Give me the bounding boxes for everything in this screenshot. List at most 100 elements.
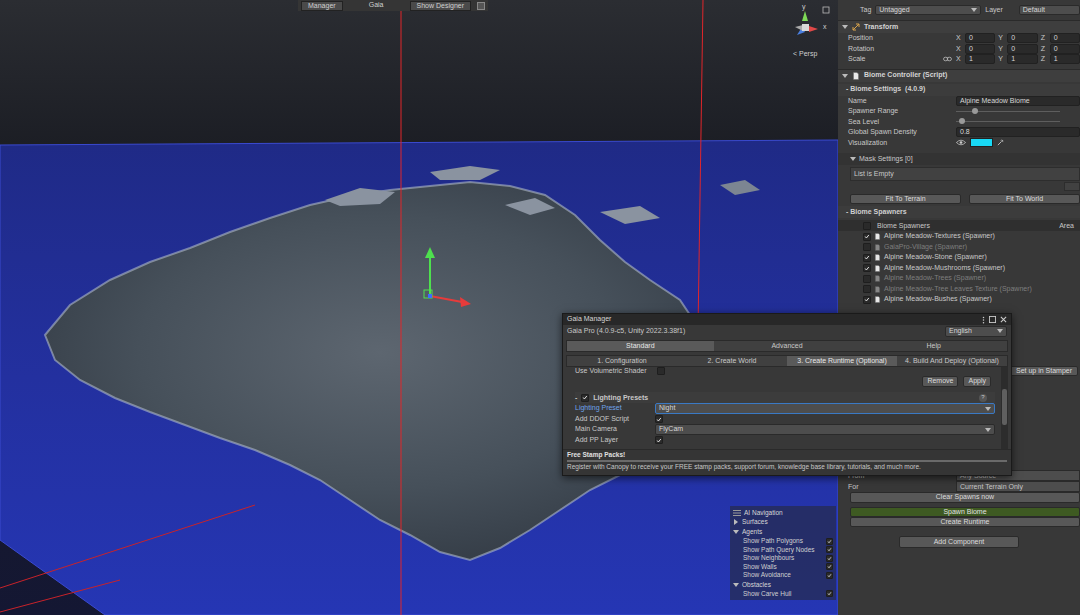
dropdown[interactable]: Night bbox=[655, 403, 995, 413]
biome-settings-header[interactable]: - Biome Settings (4.0.9) bbox=[838, 84, 1080, 96]
step-tab[interactable]: 2. Create World bbox=[677, 356, 787, 366]
number-field[interactable]: 0 bbox=[1007, 33, 1037, 43]
axis-label[interactable]: Z bbox=[1041, 55, 1048, 63]
mask-settings-header[interactable]: Mask Settings [0] bbox=[838, 153, 1080, 165]
slider[interactable] bbox=[956, 117, 1080, 126]
checkbox[interactable] bbox=[826, 546, 833, 553]
checkbox[interactable] bbox=[826, 555, 833, 562]
axis-label[interactable]: X bbox=[956, 34, 963, 42]
list-footer[interactable] bbox=[1064, 182, 1080, 191]
clear-spawns-button[interactable]: Clear Spawns now bbox=[850, 492, 1080, 502]
fold-arrow-icon[interactable] bbox=[842, 24, 848, 30]
action-button[interactable]: Remove bbox=[922, 376, 958, 386]
move-gizmo-icon[interactable] bbox=[424, 247, 471, 307]
step-tab[interactable]: 1. Configuration bbox=[567, 356, 677, 366]
terrain-render[interactable] bbox=[0, 0, 838, 615]
checkbox[interactable] bbox=[655, 436, 663, 444]
fit-button[interactable]: Fit To World bbox=[969, 194, 1080, 204]
overlay-section[interactable]: Obstacles bbox=[733, 580, 833, 590]
more-icon[interactable] bbox=[982, 316, 985, 324]
checkbox[interactable] bbox=[863, 264, 871, 272]
spawn-biome-button[interactable]: Spawn Biome bbox=[850, 507, 1080, 517]
spawner-row[interactable]: Alpine Meadow-Textures (Spawner) bbox=[838, 231, 1080, 242]
grip-icon[interactable] bbox=[733, 510, 741, 516]
link-icon[interactable] bbox=[943, 56, 952, 62]
eye-icon[interactable] bbox=[956, 139, 966, 146]
axis-gizmo-icon[interactable] bbox=[785, 5, 835, 45]
overlay-toggle[interactable]: Show Avoidance bbox=[733, 571, 833, 580]
gaia-manager-window[interactable]: Gaia ManagerGaia Pro (4.0.9-c5, Unity 20… bbox=[562, 313, 1012, 476]
spawner-row[interactable]: Alpine Meadow-Tree Leaves Texture (Spawn… bbox=[838, 284, 1080, 295]
axis-label[interactable]: Y bbox=[998, 55, 1005, 63]
window-title-bar[interactable]: Gaia Manager bbox=[563, 314, 1011, 325]
overlay-toggle[interactable]: Show Carve Hull bbox=[733, 590, 833, 599]
language-dropdown[interactable]: English bbox=[945, 326, 1007, 336]
select-all-checkbox[interactable] bbox=[863, 222, 871, 230]
axis-label[interactable]: X bbox=[956, 55, 963, 63]
spawner-row[interactable]: Alpine Meadow-Trees (Spawner) bbox=[838, 273, 1080, 284]
eyedropper-icon[interactable] bbox=[997, 139, 1004, 146]
maximize-icon[interactable] bbox=[989, 316, 996, 323]
axis-label[interactable]: X bbox=[956, 45, 963, 53]
fit-button[interactable]: Fit To Terrain bbox=[850, 194, 961, 204]
checkbox[interactable] bbox=[863, 243, 871, 251]
settings-scroll-area[interactable]: Use Volumetric ShaderRemoveApply-Lightin… bbox=[563, 367, 1001, 449]
overlay-section[interactable]: Surfaces bbox=[733, 517, 833, 527]
checkbox[interactable] bbox=[863, 275, 871, 283]
fold-arrow-icon[interactable] bbox=[733, 529, 739, 535]
axis-label[interactable]: Z bbox=[1041, 45, 1048, 53]
tab[interactable]: Standard bbox=[567, 341, 714, 351]
number-field[interactable]: 0 bbox=[1050, 44, 1080, 54]
add-component-button[interactable]: Add Component bbox=[899, 536, 1019, 548]
checkbox[interactable] bbox=[826, 590, 833, 597]
number-field[interactable]: 0 bbox=[965, 33, 995, 43]
checkbox[interactable] bbox=[863, 296, 871, 304]
number-field[interactable]: 0 bbox=[1050, 33, 1080, 43]
tab[interactable]: Advanced bbox=[714, 341, 861, 351]
number-field[interactable]: 1 bbox=[1007, 54, 1037, 64]
dropdown[interactable]: FlyCam bbox=[655, 424, 995, 434]
transform-header[interactable]: Transform bbox=[838, 20, 1080, 33]
fold-arrow-icon[interactable] bbox=[850, 156, 856, 162]
projection-label[interactable]: < Persp bbox=[793, 50, 817, 58]
layer-dropdown[interactable]: Default bbox=[1019, 5, 1080, 15]
spawner-row[interactable]: GaiaPro-Village (Spawner) bbox=[838, 242, 1080, 253]
step-tab[interactable]: 3. Create Runtime (Optional) bbox=[787, 356, 897, 366]
text-field[interactable]: Alpine Meadow Biome bbox=[956, 96, 1080, 106]
overlay-toggle[interactable]: Show Path Polygons bbox=[733, 537, 833, 546]
number-field[interactable]: 0 bbox=[965, 44, 995, 54]
promo-footer[interactable]: Free Stamp Packs!Register with Canopy to… bbox=[563, 449, 1011, 475]
fold-arrow-icon[interactable] bbox=[842, 73, 848, 79]
lighting-presets-header[interactable]: -Lighting Presets? bbox=[575, 392, 995, 403]
section-checkbox[interactable] bbox=[581, 394, 589, 402]
spawner-row[interactable]: Alpine Meadow-Stone (Spawner) bbox=[838, 252, 1080, 263]
number-field[interactable]: 1 bbox=[1050, 54, 1080, 64]
settings-icon[interactable] bbox=[477, 2, 485, 10]
dropdown[interactable]: Current Terrain Only bbox=[956, 481, 1080, 492]
spawner-row[interactable]: Alpine Meadow-Bushes (Spawner) bbox=[838, 294, 1080, 305]
create-runtime-button[interactable]: Create Runtime bbox=[850, 517, 1080, 527]
checkbox[interactable] bbox=[657, 367, 665, 375]
orientation-gizmo[interactable]: yx< Persp bbox=[783, 3, 837, 65]
checkbox[interactable] bbox=[863, 285, 871, 293]
number-field[interactable]: 1 bbox=[965, 54, 995, 64]
checkbox[interactable] bbox=[826, 538, 833, 545]
fold-arrow-icon[interactable] bbox=[733, 582, 739, 588]
checkbox[interactable] bbox=[826, 572, 833, 579]
spawner-row[interactable]: Alpine Meadow-Mushrooms (Spawner) bbox=[838, 263, 1080, 274]
color-swatch[interactable] bbox=[970, 138, 993, 147]
scene-view[interactable]: ManagerGaiaShow Designeryx< PerspAI Navi… bbox=[0, 0, 838, 615]
biome-controller-header[interactable]: Biome Controller (Script) bbox=[838, 69, 1080, 82]
help-button[interactable]: ? bbox=[979, 394, 987, 402]
stamper-button[interactable]: Set up in Stamper bbox=[1010, 366, 1078, 376]
checkbox[interactable] bbox=[863, 233, 871, 241]
checkbox[interactable] bbox=[826, 563, 833, 570]
toolbar-item[interactable]: Manager bbox=[301, 1, 343, 11]
scrollbar[interactable] bbox=[1001, 367, 1008, 449]
checkbox[interactable] bbox=[655, 415, 663, 423]
biome-spawners-header[interactable]: - Biome Spawners bbox=[838, 206, 1080, 218]
overlay-section[interactable]: Agents bbox=[733, 527, 833, 537]
axis-label[interactable]: Y bbox=[998, 45, 1005, 53]
action-button[interactable]: Apply bbox=[963, 376, 991, 386]
checkbox[interactable] bbox=[863, 254, 871, 262]
